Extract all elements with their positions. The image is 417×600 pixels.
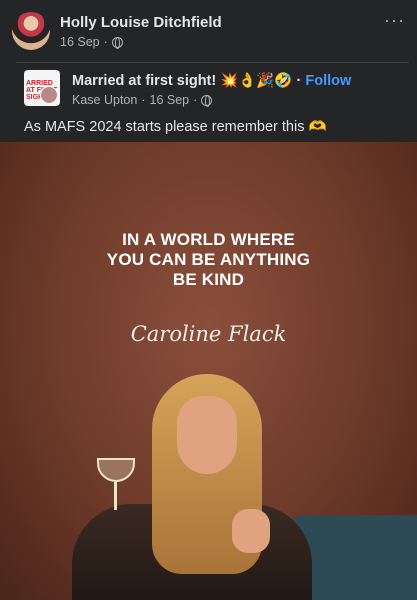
shared-author[interactable]: Kase Upton <box>72 93 137 107</box>
post-header: Holly Louise Ditchfield 16 Sep · ··· <box>0 0 417 58</box>
globe-icon <box>201 94 213 107</box>
post-date[interactable]: 16 Sep <box>60 35 100 49</box>
post-meta: 16 Sep · <box>60 35 123 49</box>
page-avatar[interactable]: ARRIED AT FIRST SIGHT <box>24 70 60 106</box>
globe-icon <box>111 36 123 49</box>
more-options-button[interactable]: ··· <box>384 10 405 31</box>
quote-text: IN A WORLD WHERE YOU CAN BE ANYTHING BE … <box>0 230 417 290</box>
page-title-row: Married at first sight! 💥👌🎉🤣 · Follow <box>72 72 351 89</box>
quote-line-1: IN A WORLD WHERE <box>122 230 295 249</box>
author-name[interactable]: Holly Louise Ditchfield <box>60 14 222 31</box>
quote-line-3: BE KIND <box>172 270 245 289</box>
post-image[interactable]: IN A WORLD WHERE YOU CAN BE ANYTHING BE … <box>0 142 417 600</box>
shared-meta: Kase Upton · 16 Sep · <box>72 93 213 107</box>
sharer-avatar <box>40 86 58 104</box>
meta-separator: · <box>193 93 198 107</box>
author-avatar[interactable] <box>12 12 50 50</box>
hand <box>232 509 270 553</box>
portrait-figure <box>72 374 312 600</box>
follow-button[interactable]: Follow <box>305 73 351 89</box>
shared-post-card[interactable]: ARRIED AT FIRST SIGHT Married at first s… <box>16 62 409 142</box>
page-name[interactable]: Married at first sight! 💥👌🎉🤣 <box>72 73 292 89</box>
meta-separator: · <box>141 93 146 107</box>
face <box>177 396 237 474</box>
shared-date[interactable]: 16 Sep <box>150 93 190 107</box>
champagne-glass <box>97 458 135 482</box>
signature: Caroline Flack <box>130 322 287 346</box>
quote-line-2: YOU CAN BE ANYTHING <box>106 250 311 269</box>
meta-separator: · <box>103 35 108 49</box>
glass-stem <box>114 482 117 510</box>
post-caption: As MAFS 2024 starts please remember this… <box>24 119 327 135</box>
